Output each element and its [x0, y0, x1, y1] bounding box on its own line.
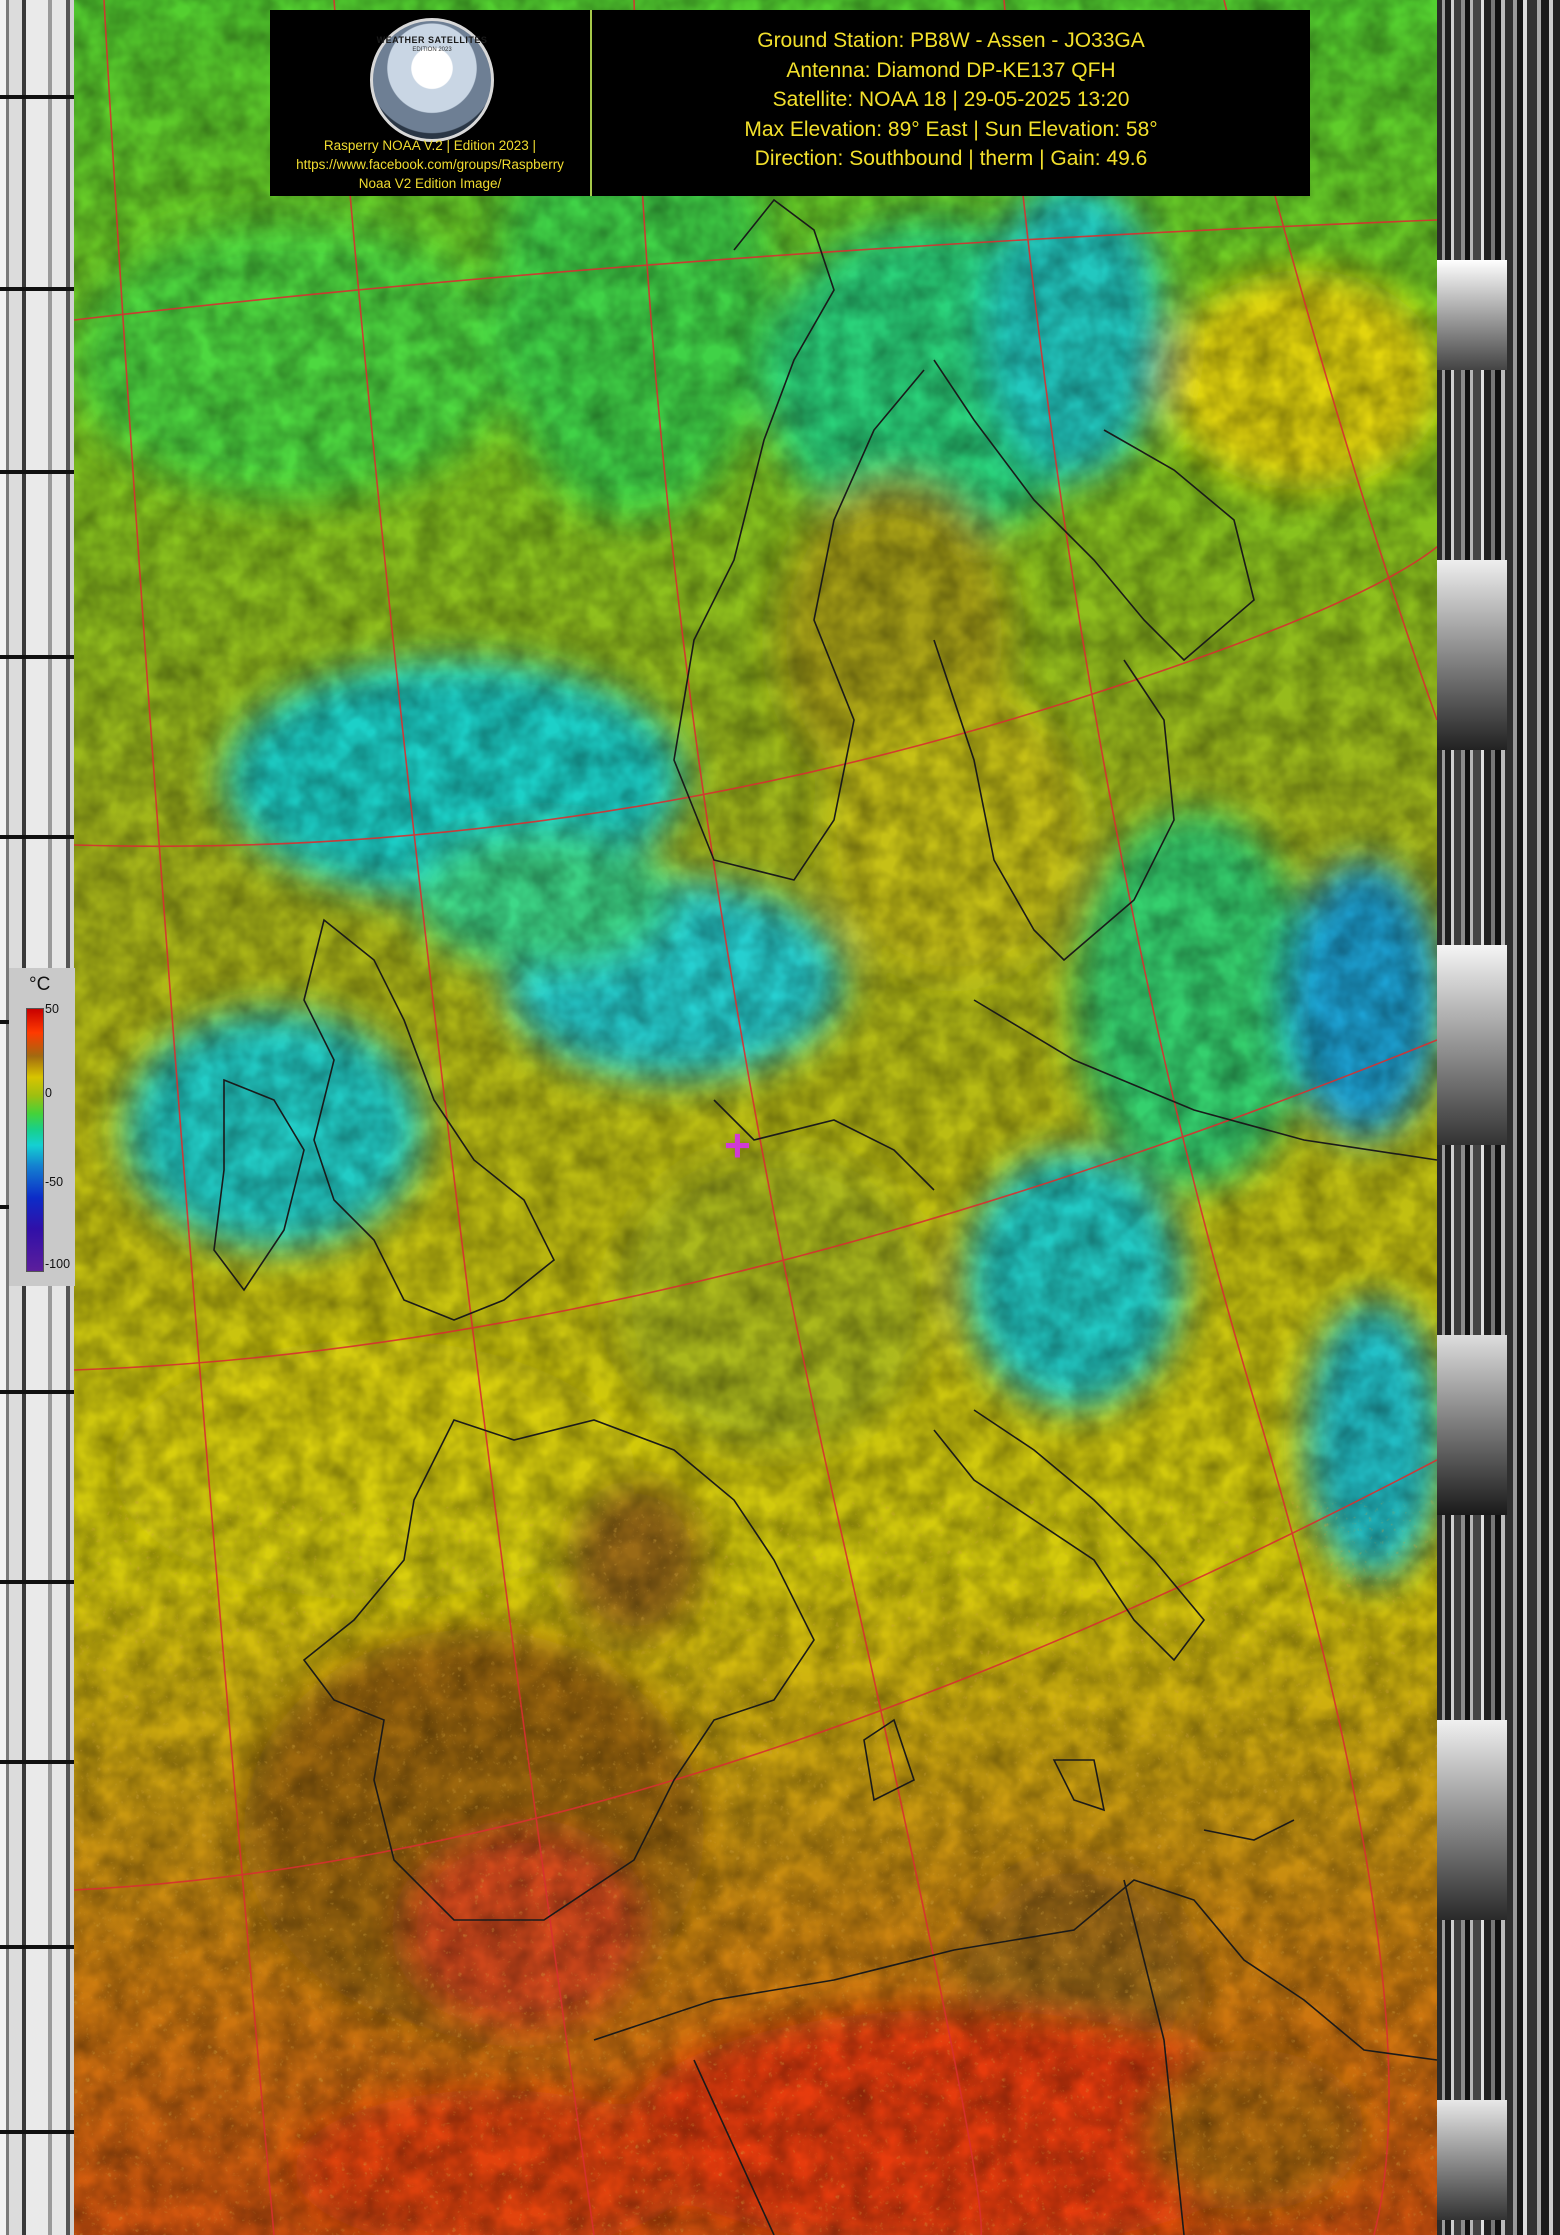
- legend-label-minus-100: -100: [45, 1257, 71, 1271]
- right-telemetry-strip: [1437, 0, 1560, 2235]
- info-direction: Direction: Southbound | therm | Gain: 49…: [754, 147, 1148, 170]
- logo-text: WEATHER SATELLITES: [376, 35, 488, 45]
- caption-line: Noaa V2 Edition Image/: [358, 176, 502, 191]
- noaa-satellite-image: + WEATHER SATELLITES EDITION 2023 Rasper…: [0, 0, 1560, 2235]
- info-satellite: Satellite: NOAA 18 | 29-05-2025 13:20: [772, 88, 1130, 111]
- caption-line: Rasperry NOAA V.2 | Edition 2023 |: [323, 138, 537, 153]
- caption-block: Rasperry NOAA V.2 | Edition 2023 | https…: [270, 136, 590, 193]
- temperature-legend: °C 50 0 -50 -100: [9, 968, 75, 1286]
- header-panel: WEATHER SATELLITES EDITION 2023 Rasperry…: [270, 10, 1310, 196]
- legend-label-50: 50: [45, 1002, 59, 1016]
- info-antenna: Antenna: Diamond DP-KE137 QFH: [786, 58, 1116, 82]
- logo-subtext: EDITION 2023: [412, 47, 452, 53]
- info-elevation: Max Elevation: 89° East | Sun Elevation:…: [744, 117, 1158, 141]
- ground-station-marker-icon: +: [724, 1119, 751, 1171]
- legend-unit: °C: [29, 974, 51, 995]
- caption-line: https://www.facebook.com/groups/Raspberr…: [296, 157, 564, 172]
- weather-satellites-logo-icon: WEATHER SATELLITES EDITION 2023: [370, 18, 494, 142]
- legend-label-minus-50: -50: [45, 1175, 64, 1189]
- info-ground-station: Ground Station: PB8W - Assen - JO33GA: [757, 29, 1145, 52]
- station-info: Ground Station: PB8W - Assen - JO33GA An…: [592, 26, 1310, 174]
- thermal-map: +: [74, 0, 1437, 2235]
- legend-color-bar: [26, 1008, 44, 1272]
- legend-label-0: 0: [45, 1086, 52, 1100]
